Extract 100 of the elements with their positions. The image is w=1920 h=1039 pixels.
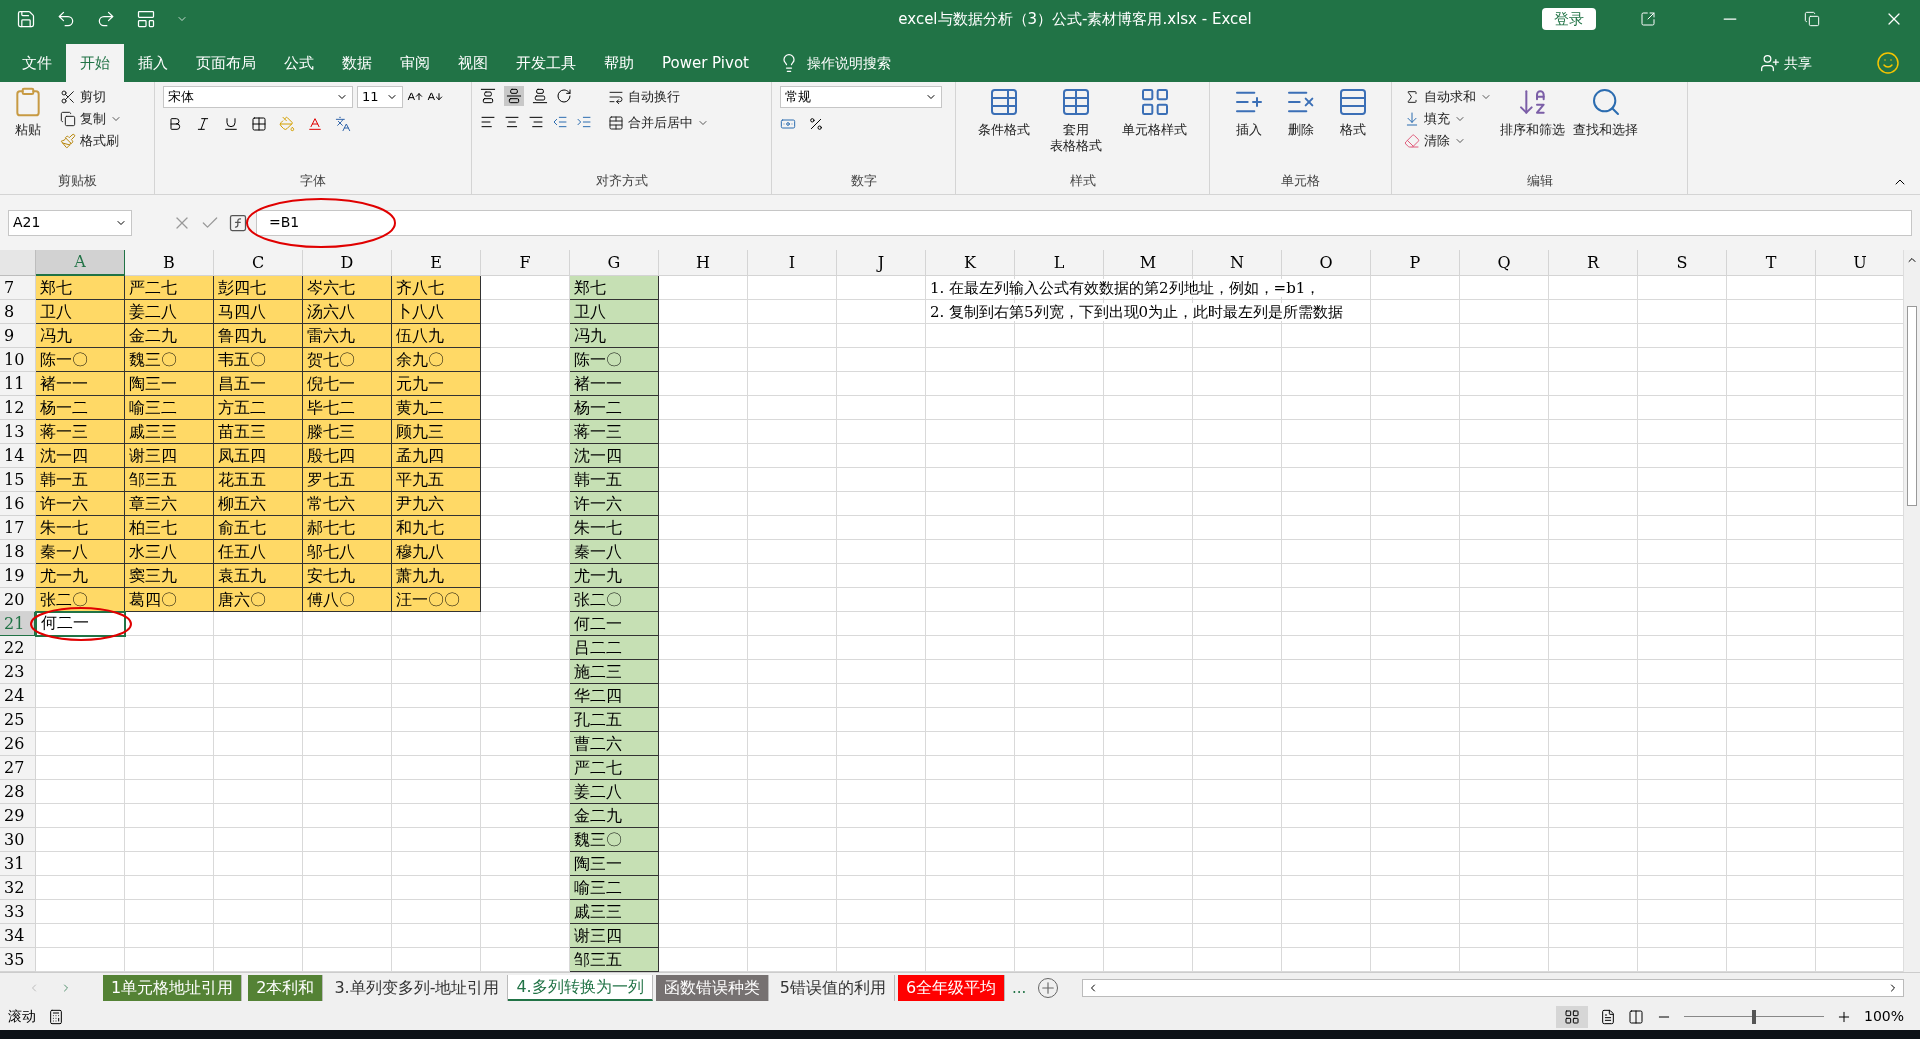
share-button[interactable]: 共享	[1760, 44, 1812, 82]
row-header[interactable]: 25	[0, 708, 36, 732]
row-header[interactable]: 26	[0, 732, 36, 756]
align-right-icon[interactable]	[528, 114, 544, 130]
column-header[interactable]: R	[1549, 250, 1638, 276]
column-header[interactable]: D	[303, 250, 392, 276]
clear-button[interactable]: 清除	[1400, 130, 1496, 152]
underline-icon[interactable]	[223, 116, 239, 132]
active-cell[interactable]: 何二一	[35, 611, 126, 637]
italic-icon[interactable]	[195, 116, 211, 132]
row-header[interactable]: 15	[0, 468, 36, 492]
row-header[interactable]: 32	[0, 876, 36, 900]
sheet-tab[interactable]: 1单元格地址引用	[103, 975, 243, 1001]
bold-icon[interactable]	[167, 116, 183, 132]
ribbon-button[interactable]: 删除	[1280, 86, 1321, 160]
find-select-button[interactable]: 查找和选择	[1569, 86, 1642, 160]
smiley-icon[interactable]	[1876, 51, 1900, 75]
merge-center-button[interactable]: 合并后居中	[604, 112, 713, 134]
ribbon-button[interactable]: 套用 表格格式	[1046, 86, 1106, 160]
formula-field[interactable]: =B1	[256, 209, 1912, 236]
border-icon[interactable]	[251, 116, 267, 132]
normal-view-icon[interactable]	[1555, 1005, 1588, 1028]
row-header[interactable]: 12	[0, 396, 36, 420]
column-header[interactable]: N	[1193, 250, 1282, 276]
row-header[interactable]: 27	[0, 756, 36, 780]
currency-icon[interactable]	[780, 116, 796, 132]
sheet-tab[interactable]: 6全年级平均	[897, 975, 1006, 1001]
sort-filter-button[interactable]: 排序和筛选	[1496, 86, 1569, 160]
column-header[interactable]: S	[1638, 250, 1727, 276]
save-icon[interactable]	[16, 9, 36, 29]
row-header[interactable]: 24	[0, 684, 36, 708]
sheet-tab[interactable]: 2本利和	[248, 975, 324, 1001]
fill-color-icon[interactable]	[279, 116, 295, 132]
row-header[interactable]: 35	[0, 948, 36, 972]
row-header[interactable]: 7	[0, 276, 36, 300]
row-header[interactable]: 16	[0, 492, 36, 516]
column-header[interactable]: G	[570, 250, 659, 276]
row-header[interactable]: 23	[0, 660, 36, 684]
column-header[interactable]: L	[1015, 250, 1104, 276]
vertical-scrollbar[interactable]	[1903, 250, 1920, 972]
ribbon-tab[interactable]: 页面布局	[182, 44, 270, 82]
decrease-indent-icon[interactable]	[552, 114, 568, 130]
column-header[interactable]: F	[481, 250, 570, 276]
column-header[interactable]: Q	[1460, 250, 1549, 276]
row-header[interactable]: 17	[0, 516, 36, 540]
row-header[interactable]: 30	[0, 828, 36, 852]
page-break-icon[interactable]	[1627, 1008, 1644, 1025]
font-size-dropdown[interactable]: 11	[357, 86, 403, 108]
ribbon-tab[interactable]: 帮助	[590, 44, 648, 82]
middle-align-button[interactable]	[504, 86, 524, 106]
row-header[interactable]: 19	[0, 564, 36, 588]
column-header[interactable]: T	[1727, 250, 1816, 276]
column-header[interactable]: M	[1104, 250, 1193, 276]
row-header[interactable]: 34	[0, 924, 36, 948]
autosum-button[interactable]: 自动求和	[1400, 86, 1496, 108]
wrap-text-button[interactable]: 自动换行	[604, 86, 713, 108]
row-header[interactable]: 10	[0, 348, 36, 372]
align-left-icon[interactable]	[480, 114, 496, 130]
font-color-icon[interactable]	[307, 116, 323, 132]
increase-indent-icon[interactable]	[576, 114, 592, 130]
tell-me-search[interactable]: 操作说明搜索	[806, 52, 891, 74]
ribbon-tab[interactable]: Power Pivot	[648, 44, 763, 82]
fill-button[interactable]: 填充	[1400, 108, 1496, 130]
ribbon-tab[interactable]: 开发工具	[502, 44, 590, 82]
row-header[interactable]: 14	[0, 444, 36, 468]
function-icon[interactable]	[228, 212, 248, 233]
row-header[interactable]: 20	[0, 588, 36, 612]
row-header[interactable]: 31	[0, 852, 36, 876]
ribbon-tab[interactable]: 公式	[270, 44, 328, 82]
ribbon-button[interactable]: 单元格样式	[1118, 86, 1191, 160]
more-tabs[interactable]: ...	[1008, 976, 1031, 1000]
sheet-tab[interactable]: 5错误值的利用	[771, 975, 895, 1001]
column-header[interactable]: H	[659, 250, 748, 276]
column-header[interactable]: C	[214, 250, 303, 276]
phonetic-icon[interactable]	[335, 116, 351, 132]
login-button[interactable]: 登录	[1542, 8, 1596, 30]
cut-button[interactable]: 剪切	[56, 86, 126, 108]
page-layout-icon[interactable]	[1599, 1008, 1616, 1025]
scrollbar-thumb[interactable]	[1907, 306, 1917, 506]
zoom-percent[interactable]: 100%	[1863, 1006, 1912, 1027]
column-header[interactable]: K	[926, 250, 1015, 276]
column-header[interactable]: U	[1816, 250, 1903, 276]
ribbon-tab[interactable]: 文件	[8, 44, 66, 82]
ribbon-tab[interactable]: 数据	[328, 44, 386, 82]
row-header[interactable]: 22	[0, 636, 36, 660]
column-header[interactable]: P	[1371, 250, 1460, 276]
top-align-icon[interactable]	[480, 88, 496, 104]
restore-icon[interactable]	[1804, 11, 1820, 27]
row-header[interactable]: 11	[0, 372, 36, 396]
format-painter-button[interactable]: 格式刷	[56, 130, 126, 152]
sheet-tab[interactable]: 函数错误种类	[655, 975, 769, 1001]
column-header[interactable]: A	[36, 250, 125, 276]
redo-icon[interactable]	[96, 9, 116, 29]
horizontal-scrollbar[interactable]	[1082, 979, 1904, 997]
ribbon-tab[interactable]: 插入	[124, 44, 182, 82]
row-header[interactable]: 33	[0, 900, 36, 924]
column-header[interactable]: I	[748, 250, 837, 276]
row-header[interactable]: 29	[0, 804, 36, 828]
undo-icon[interactable]	[56, 9, 76, 29]
column-header[interactable]: O	[1282, 250, 1371, 276]
